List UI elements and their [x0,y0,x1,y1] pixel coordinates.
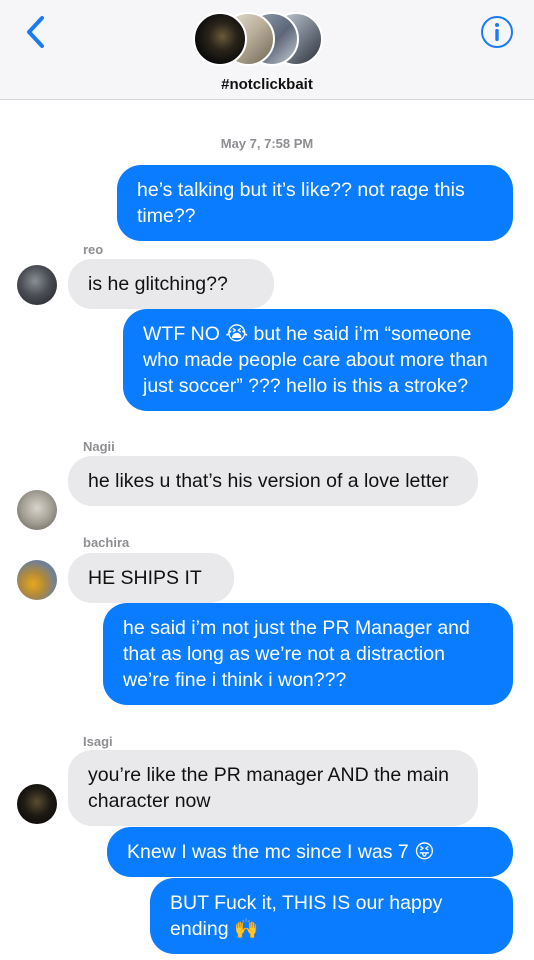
info-button[interactable] [480,15,514,49]
group-avatar-stack[interactable] [193,12,323,68]
message-timestamp: May 7, 7:58 PM [62,135,472,153]
outgoing-message[interactable]: he said i’m not just the PR Manager and … [103,603,513,705]
contact-avatar-isagi[interactable] [17,784,57,824]
contact-avatar-reo[interactable] [17,265,57,305]
contact-avatar-bachira[interactable] [17,560,57,600]
outgoing-message[interactable]: BUT Fuck it, THIS IS our happy ending 🙌 [150,878,513,954]
outgoing-message[interactable]: Knew I was the mc since I was 7 😝 [107,827,513,877]
contact-avatar-nagii[interactable] [17,490,57,530]
conversation-header: #notclickbait [0,0,534,100]
incoming-message[interactable]: he likes u that’s his version of a love … [68,456,478,506]
group-avatar [193,12,247,66]
sender-name: Isagi [83,734,113,749]
incoming-message[interactable]: is he glitching?? [68,259,274,309]
incoming-message[interactable]: HE SHIPS IT [68,553,234,603]
outgoing-message[interactable]: he’s talking but it’s like?? not rage th… [117,165,513,241]
chevron-left-icon [27,16,44,48]
sender-name: Nagii [83,439,115,454]
info-icon [481,16,513,48]
sender-name: bachira [83,535,130,550]
outgoing-message[interactable]: WTF NO 😭 but he said i’m “someone who ma… [123,309,513,411]
sender-name: reo [83,242,104,257]
incoming-message[interactable]: you’re like the PR manager AND the main … [68,750,478,826]
group-name[interactable]: #notclickbait [0,76,534,93]
back-button[interactable] [22,14,52,50]
